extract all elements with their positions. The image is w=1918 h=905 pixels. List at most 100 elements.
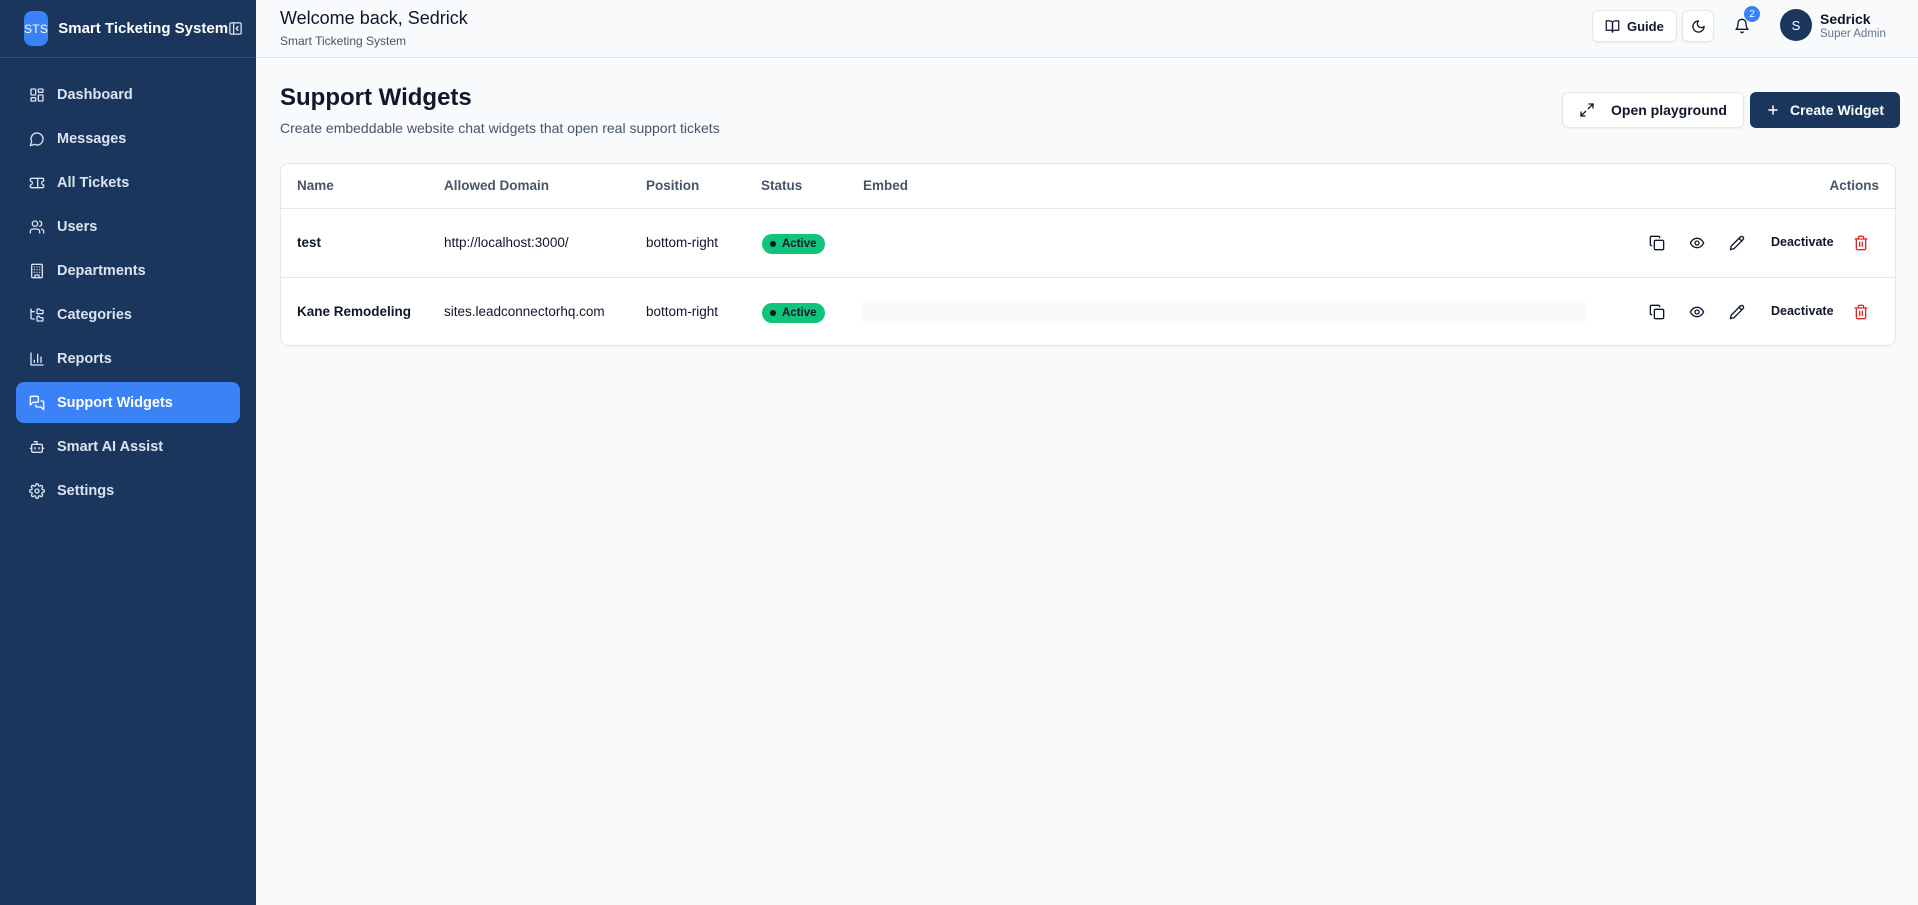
open-playground-button[interactable]: Open playground — [1562, 92, 1744, 128]
open-playground-label: Open playground — [1611, 102, 1727, 118]
widget-domain: http://localhost:3000/ — [444, 235, 569, 250]
edit-widget-button[interactable] — [1726, 232, 1748, 254]
status-dot — [770, 241, 776, 247]
top-header: Welcome back, Sedrick Smart Ticketing Sy… — [256, 0, 1918, 58]
copy-icon — [1649, 304, 1665, 320]
bot-icon — [29, 440, 45, 453]
sidebar-item-label: Users — [57, 218, 98, 235]
sidebar-item-label: Departments — [57, 262, 146, 279]
copy-embed-button[interactable] — [1646, 301, 1668, 323]
sidebar-item-label: Categories — [57, 306, 132, 323]
column-header-domain: Allowed Domain — [444, 178, 550, 193]
chat-icon — [29, 131, 44, 146]
column-header-name: Name — [297, 178, 334, 193]
trash-icon — [1854, 235, 1868, 251]
sidebar-nav: Dashboard Messages All Tickets Users Dep… — [0, 58, 256, 511]
table-header: Name Allowed Domain Position Status Embe… — [281, 164, 1895, 209]
moon-icon — [1691, 19, 1705, 33]
greeting-subtitle: Smart Ticketing System — [280, 34, 407, 48]
sidebar-item-label: Support Widgets — [57, 394, 173, 411]
sidebar-item-messages[interactable]: Messages — [16, 118, 240, 159]
column-header-position: Position — [646, 178, 700, 193]
table-row: test http://localhost:3000/ bottom-right… — [281, 209, 1895, 278]
sidebar: STS Smart Ticketing System Dashboard Mes… — [0, 0, 256, 905]
eye-icon — [1689, 237, 1705, 249]
page-subtitle: Create embeddable website chat widgets t… — [280, 120, 720, 136]
page-title: Support Widgets — [280, 84, 472, 111]
status-badge: Active — [762, 234, 825, 254]
table-row: Kane Remodeling sites.leadconnectorhq.co… — [281, 278, 1895, 347]
plus-icon — [1768, 105, 1778, 115]
panel-left-icon — [229, 22, 242, 35]
deactivate-button[interactable]: Deactivate — [1771, 304, 1834, 318]
widget-name: test — [297, 235, 322, 250]
avatar: S — [1780, 9, 1812, 41]
notification-count-badge: 2 — [1744, 6, 1760, 22]
ticket-icon — [29, 177, 45, 188]
sidebar-collapse-button[interactable] — [228, 20, 243, 38]
preview-widget-button[interactable] — [1686, 301, 1708, 323]
brand-name: Smart Ticketing System — [58, 20, 229, 37]
theme-toggle-button[interactable] — [1682, 10, 1714, 42]
sidebar-item-label: Messages — [57, 130, 127, 147]
guide-label: Guide — [1627, 18, 1664, 34]
sidebar-item-label: All Tickets — [57, 174, 130, 191]
grid-icon — [30, 87, 44, 102]
guide-button[interactable]: Guide — [1592, 10, 1677, 42]
status-label: Active — [782, 238, 817, 250]
delete-widget-button[interactable] — [1850, 301, 1872, 323]
user-info: Sedrick Super Admin — [1820, 11, 1886, 40]
trash-icon — [1854, 304, 1868, 320]
eye-icon — [1689, 306, 1705, 318]
pencil-icon — [1729, 304, 1745, 320]
user-role: Super Admin — [1820, 27, 1886, 40]
user-name: Sedrick — [1820, 10, 1871, 27]
status-label: Active — [782, 307, 817, 319]
brand: STS Smart Ticketing System — [0, 0, 256, 58]
create-widget-label: Create Widget — [1790, 102, 1885, 118]
widget-position: bottom-right — [646, 304, 719, 319]
book-open-icon — [1605, 19, 1620, 33]
widget-name: Kane Remodeling — [297, 304, 412, 319]
column-header-status: Status — [761, 178, 803, 193]
sidebar-item-label: Smart AI Assist — [57, 438, 164, 455]
column-header-embed: Embed — [863, 178, 909, 193]
chat-bubbles-icon — [29, 395, 45, 410]
sidebar-item-departments[interactable]: Departments — [16, 250, 240, 291]
building-icon — [31, 263, 43, 278]
notifications-button[interactable]: 2 — [1728, 6, 1760, 40]
sidebar-item-smart-ai-assist[interactable]: Smart AI Assist — [16, 426, 240, 467]
expand-icon — [1580, 103, 1594, 117]
bar-chart-icon — [30, 351, 44, 366]
sidebar-item-support-widgets[interactable]: Support Widgets — [16, 382, 240, 423]
widget-position: bottom-right — [646, 235, 719, 250]
gear-icon — [29, 482, 45, 499]
sidebar-item-dashboard[interactable]: Dashboard — [16, 74, 240, 115]
sidebar-item-users[interactable]: Users — [16, 206, 240, 247]
brand-logo: STS — [24, 11, 49, 46]
column-header-actions: Actions — [1829, 178, 1879, 193]
greeting: Welcome back, Sedrick — [280, 8, 468, 28]
deactivate-button[interactable]: Deactivate — [1771, 235, 1834, 249]
edit-widget-button[interactable] — [1726, 301, 1748, 323]
create-widget-button[interactable]: Create Widget — [1750, 92, 1901, 128]
sidebar-item-categories[interactable]: Categories — [16, 294, 240, 335]
users-icon — [29, 219, 45, 234]
preview-widget-button[interactable] — [1686, 232, 1708, 254]
embed-code-field[interactable] — [861, 300, 1587, 324]
sidebar-item-reports[interactable]: Reports — [16, 338, 240, 379]
copy-embed-button[interactable] — [1646, 232, 1668, 254]
status-dot — [770, 310, 776, 316]
sidebar-item-label: Reports — [57, 350, 112, 367]
sidebar-item-label: Dashboard — [57, 86, 133, 103]
sidebar-item-settings[interactable]: Settings — [16, 470, 240, 511]
user-menu[interactable]: S Sedrick Super Admin — [1780, 9, 1886, 41]
widgets-table: Name Allowed Domain Position Status Embe… — [280, 163, 1896, 346]
delete-widget-button[interactable] — [1850, 232, 1872, 254]
pencil-icon — [1729, 235, 1745, 251]
copy-icon — [1649, 235, 1665, 251]
sidebar-item-label: Settings — [57, 482, 115, 499]
tree-icon — [30, 307, 44, 322]
sidebar-item-all-tickets[interactable]: All Tickets — [16, 162, 240, 203]
widget-domain: sites.leadconnectorhq.com — [444, 304, 605, 319]
